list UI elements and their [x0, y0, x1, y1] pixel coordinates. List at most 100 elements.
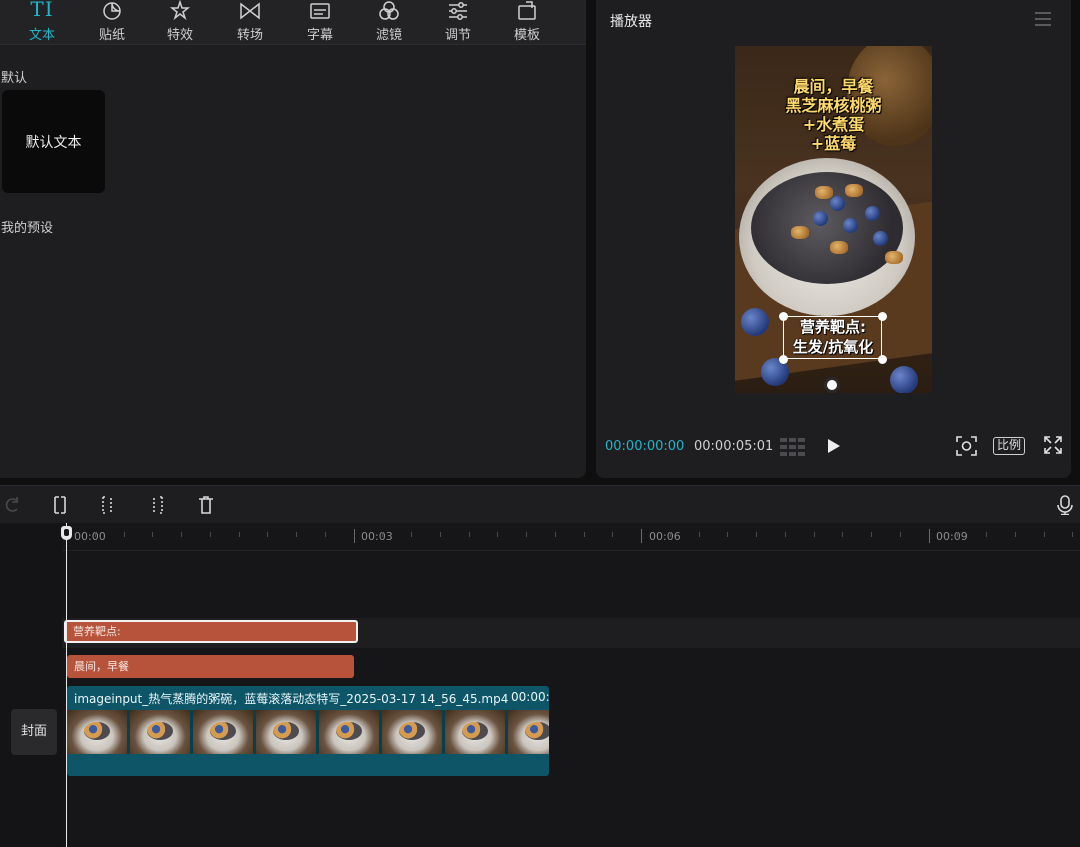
aspect-ratio-button[interactable]: 比例	[993, 437, 1026, 455]
ruler-tick	[296, 532, 297, 537]
video-preview[interactable]: 晨间，早餐 黑芝麻核桃粥 +水煮蛋 +蓝莓 营养靶点: 生发/抗氧化	[735, 46, 932, 393]
walnut-image	[845, 184, 863, 197]
player-panel: 播放器 晨间，早餐 黑芝麻核桃粥 +水煮蛋 +蓝莓 营养靶点: 生发/抗氧化 0…	[596, 0, 1071, 478]
ruler-tick	[209, 532, 211, 537]
ruler-tick	[698, 532, 700, 537]
ruler-tick	[784, 532, 786, 537]
selected-text-line: 营养靶点:	[800, 318, 866, 336]
timeline-toolbar	[0, 485, 1080, 523]
ruler-tick	[439, 532, 441, 537]
tab-filter-label: 滤镜	[375, 28, 402, 43]
ruler-tick	[899, 532, 901, 537]
blueberry-image	[890, 366, 918, 393]
screenshot-icon[interactable]	[956, 436, 977, 456]
microphone-icon[interactable]	[1056, 495, 1074, 516]
tab-filter[interactable]: 滤镜	[359, 0, 419, 45]
resize-handle[interactable]	[878, 355, 887, 364]
split-icon[interactable]	[51, 495, 69, 515]
ruler-tick	[468, 532, 470, 537]
thumbnail	[67, 710, 127, 754]
tab-sticker[interactable]: 贴纸	[82, 0, 142, 45]
resize-handle[interactable]	[878, 312, 887, 321]
ruler-label: 00:03	[361, 530, 393, 543]
ruler-tick	[1014, 532, 1016, 537]
video-clip-duration: 00:00:0	[511, 690, 549, 704]
grid-icon[interactable]	[780, 438, 806, 456]
ruler-tick	[641, 529, 642, 543]
ruler-tick	[756, 532, 757, 537]
play-icon[interactable]	[827, 438, 841, 454]
menu-icon[interactable]	[1035, 12, 1051, 26]
thumbnail	[382, 710, 442, 754]
current-timecode: 00:00:00:00	[605, 439, 685, 454]
filter-icon	[378, 0, 400, 22]
blueberry-image	[843, 218, 858, 233]
walnut-image	[830, 241, 848, 254]
text-icon: TI	[30, 0, 54, 21]
delete-icon[interactable]	[197, 495, 215, 515]
trim-right-icon[interactable]	[148, 495, 166, 515]
resize-handle[interactable]	[779, 355, 788, 364]
resize-handle[interactable]	[779, 312, 788, 321]
ruler-tick	[871, 532, 872, 537]
track-header-column	[0, 523, 62, 847]
sticker-icon	[101, 0, 123, 22]
undo-icon[interactable]	[4, 495, 22, 515]
tab-subtitle[interactable]: 字幕	[290, 0, 350, 45]
ruler-label: 00:00	[74, 530, 106, 543]
tab-effects[interactable]: 特效	[150, 0, 210, 45]
trim-left-icon[interactable]	[99, 495, 117, 515]
ruler-tick	[324, 532, 326, 537]
blueberry-image	[813, 211, 828, 226]
video-clip[interactable]: imageinput_热气蒸腾的粥碗，蓝莓滚落动态特写_2025-03-17 1…	[67, 686, 549, 776]
tab-adjust[interactable]: 调节	[428, 0, 488, 45]
tab-effects-label: 特效	[166, 28, 193, 43]
default-text-card[interactable]: 默认文本	[2, 90, 105, 193]
ruler-tick	[554, 532, 556, 537]
thumbnail	[256, 710, 316, 754]
ruler-tick	[267, 532, 269, 537]
text-clip-nutrition[interactable]: 营养靶点:	[64, 620, 358, 643]
blueberry-image	[830, 196, 845, 211]
blueberry-image	[865, 206, 880, 221]
video-text-line: +蓝莓	[810, 134, 857, 153]
ruler-tick	[986, 532, 987, 537]
ruler-tick	[238, 532, 240, 537]
tab-adjust-label: 调节	[444, 28, 471, 43]
rotate-handle[interactable]	[824, 377, 840, 393]
tab-sticker-label: 贴纸	[98, 28, 125, 43]
ruler-tick	[727, 532, 729, 537]
tab-text[interactable]: TI 文本	[12, 0, 72, 45]
total-timecode: 00:00:05:01	[694, 439, 774, 454]
tab-template-label: 模板	[513, 28, 540, 43]
default-text-card-label: 默认文本	[25, 134, 82, 151]
fullscreen-icon[interactable]	[1044, 436, 1062, 456]
tab-transition-label: 转场	[236, 28, 263, 43]
ruler-tick	[497, 532, 499, 537]
tab-transition[interactable]: 转场	[220, 0, 280, 45]
ruler-tick	[612, 532, 614, 537]
ruler-tick	[526, 532, 527, 537]
video-text-line: 黑芝麻核桃粥	[785, 96, 882, 115]
ruler-tick	[957, 532, 959, 537]
video-text-line: +水煮蛋	[802, 115, 865, 134]
walnut-image	[815, 186, 833, 199]
playhead[interactable]	[66, 523, 67, 847]
video-text-line: 晨间，早餐	[793, 77, 874, 96]
transition-icon	[239, 0, 261, 22]
time-ruler[interactable]: 00:00 00:03 00:06 00:09	[62, 523, 1080, 551]
playhead-handle[interactable]	[61, 526, 72, 540]
ruler-label: 00:06	[649, 530, 681, 543]
default-section-title: 默认	[1, 71, 28, 86]
ruler-tick	[123, 532, 125, 537]
cover-button[interactable]: 封面	[11, 709, 57, 755]
blueberry-image	[873, 231, 888, 246]
tab-subtitle-label: 字幕	[306, 28, 333, 43]
ruler-tick	[669, 532, 671, 537]
player-title: 播放器	[610, 14, 652, 30]
thumbnail	[445, 710, 505, 754]
tab-template[interactable]: 模板	[497, 0, 557, 45]
text-clip-morning[interactable]: 晨间，早餐	[67, 655, 354, 678]
video-clip-title: imageinput_热气蒸腾的粥碗，蓝莓滚落动态特写_2025-03-17 1…	[74, 692, 509, 706]
effects-icon	[169, 0, 191, 22]
